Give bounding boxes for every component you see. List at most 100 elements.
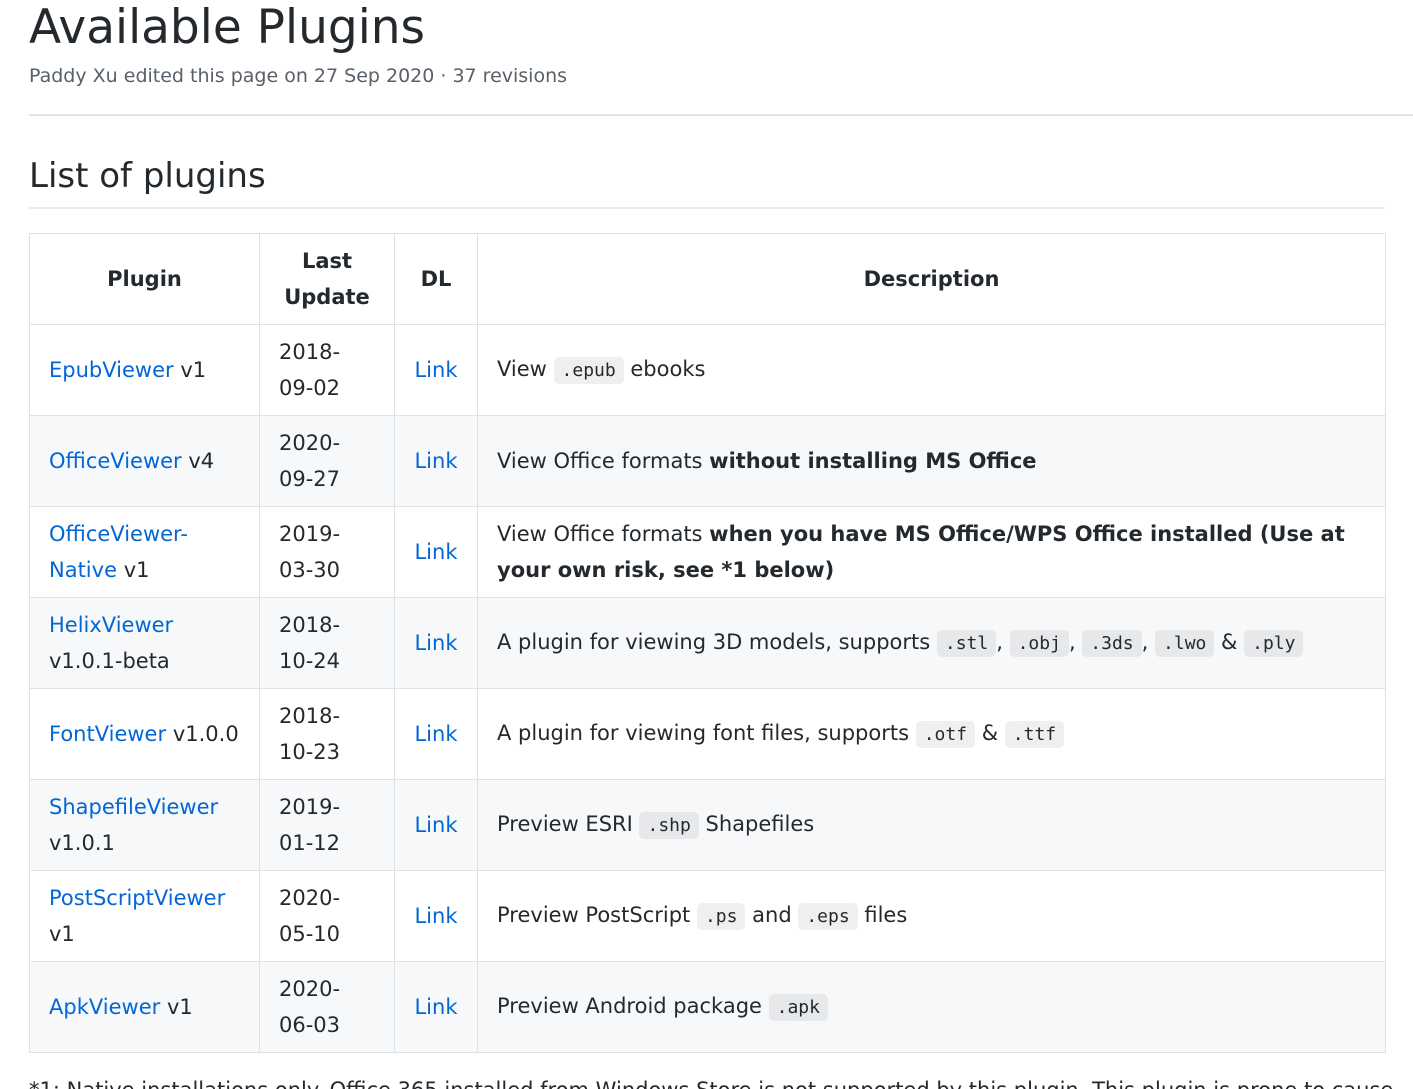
file-extension-code: .eps xyxy=(798,903,858,930)
last-update-year: 2020- xyxy=(279,431,341,455)
download-link[interactable]: Link xyxy=(414,449,457,473)
description-text: View xyxy=(497,357,554,381)
header-last-update-line2: Update xyxy=(284,285,370,309)
description-text: & xyxy=(975,721,1005,745)
plugin-name-link[interactable]: FontViewer xyxy=(49,722,166,746)
page-title: Available Plugins xyxy=(29,0,426,55)
plugin-version: v1 xyxy=(49,922,75,946)
download-link[interactable]: Link xyxy=(414,358,457,382)
file-extension-code: .ply xyxy=(1244,630,1304,657)
header-last-update: Last Update xyxy=(259,233,395,325)
table-header-row: Plugin Last Update DL Description xyxy=(29,233,1386,325)
file-extension-code: .ttf xyxy=(1004,721,1065,748)
last-update-day: 06-03 xyxy=(279,1013,341,1037)
page-edit-meta: Paddy Xu edited this page on 27 Sep 2020… xyxy=(29,65,568,87)
description-cell: View Office formats without installing M… xyxy=(477,415,1386,507)
plugin-version: v1 xyxy=(166,995,193,1019)
description-text: ebooks xyxy=(623,357,706,381)
plugin-version: v1.0.1-beta xyxy=(49,649,170,673)
download-link[interactable]: Link xyxy=(414,995,457,1019)
description-cell: A plugin for viewing font files, support… xyxy=(477,688,1386,780)
description-text: Shapefiles xyxy=(698,812,815,836)
last-update-cell: 2018- 09-02 xyxy=(259,324,395,416)
description-text: and xyxy=(745,903,799,927)
description-text: View Office formats xyxy=(497,449,710,473)
last-update-year: 2018- xyxy=(279,340,341,364)
last-update-day: 09-02 xyxy=(279,376,341,400)
table-row: ShapefileViewer v1.0.1 2019- 01-12 Link Prev… xyxy=(29,779,1386,871)
plugins-table: Plugin Last Update DL Description EpubVi… xyxy=(29,233,1386,1053)
download-cell: Link xyxy=(394,415,478,507)
last-update-day: 09-27 xyxy=(279,467,341,491)
plugin-name-link[interactable]: HelixViewer xyxy=(49,613,173,637)
download-cell: Link xyxy=(394,961,478,1053)
description-cell: Preview PostScript .ps and .eps files xyxy=(477,870,1386,962)
plugin-version: v4 xyxy=(188,449,215,473)
plugin-name-link[interactable]: PostScriptViewer xyxy=(49,886,225,910)
description-text: & xyxy=(1214,630,1245,654)
table-row: OfficeViewer v4 2020- 09-27 Link View Office… xyxy=(29,415,1386,507)
plugin-name-link[interactable]: ApkViewer xyxy=(49,995,160,1019)
plugin-cell: OfficeViewer v4 xyxy=(29,415,260,507)
plugin-name-link[interactable]: OfficeViewer xyxy=(49,449,182,473)
table-row: HelixViewer v1.0.1-beta 2018- 10-24 Link A p… xyxy=(29,597,1386,689)
download-cell: Link xyxy=(394,597,478,689)
description-cell: A plugin for viewing 3D models, supports… xyxy=(477,597,1386,689)
plugin-cell: PostScriptViewer v1 xyxy=(29,870,260,962)
plugin-version: v1.0.1 xyxy=(49,831,115,855)
plugin-name-link[interactable]: OfficeViewer-Native xyxy=(49,522,188,582)
description-text: View Office formats xyxy=(497,522,710,546)
plugin-name-link[interactable]: ShapefileViewer xyxy=(49,795,218,819)
last-update-year: 2019- xyxy=(279,795,341,819)
description-cell: Preview Android package .apk xyxy=(477,961,1386,1053)
description-text: A plugin for viewing font files, support… xyxy=(497,721,916,745)
download-link[interactable]: Link xyxy=(414,722,457,746)
plugin-version: v1 xyxy=(180,358,207,382)
plugin-cell: HelixViewer v1.0.1-beta xyxy=(29,597,260,689)
header-last-update-line1: Last xyxy=(301,249,353,273)
plugin-version: v1 xyxy=(123,558,150,582)
file-extension-code: .ps xyxy=(696,903,746,930)
file-extension-code: .lwo xyxy=(1155,630,1215,657)
file-extension-code: .shp xyxy=(639,812,699,839)
download-link[interactable]: Link xyxy=(414,813,457,837)
table-row: EpubViewer v1 2018- 09-02 Link View .epub eb… xyxy=(29,324,1386,416)
file-extension-code: .obj xyxy=(1009,630,1069,657)
plugin-cell: ShapefileViewer v1.0.1 xyxy=(29,779,260,871)
download-cell: Link xyxy=(394,870,478,962)
header-description: Description xyxy=(477,233,1386,325)
download-cell: Link xyxy=(394,506,478,598)
file-extension-code: .stl xyxy=(936,630,997,657)
description-cell: View Office formats when you have MS Off… xyxy=(477,506,1386,598)
last-update-day: 10-23 xyxy=(279,740,341,764)
last-update-year: 2020- xyxy=(279,977,341,1001)
header-plugin: Plugin xyxy=(29,233,260,325)
download-cell: Link xyxy=(394,324,478,416)
plugin-cell: FontViewer v1.0.0 xyxy=(29,688,260,780)
last-update-cell: 2018- 10-24 xyxy=(259,597,395,689)
last-update-year: 2018- xyxy=(279,704,341,728)
description-text: files xyxy=(857,903,908,927)
file-extension-code: .epub xyxy=(553,357,624,384)
download-link[interactable]: Link xyxy=(414,540,457,564)
plugin-name-link[interactable]: EpubViewer xyxy=(49,358,174,382)
last-update-day: 10-24 xyxy=(279,649,341,673)
plugin-cell: ApkViewer v1 xyxy=(29,961,260,1053)
description-text: Preview ESRI xyxy=(497,812,640,836)
description-text: Preview Android package xyxy=(497,994,769,1018)
description-emphasis: without installing MS Office xyxy=(709,449,1037,473)
plugin-cell: EpubViewer v1 xyxy=(29,324,260,416)
last-update-day: 03-30 xyxy=(279,558,341,582)
description-text: , xyxy=(996,630,1010,654)
last-update-day: 01-12 xyxy=(279,831,341,855)
description-text: , xyxy=(1068,630,1083,654)
description-text: , xyxy=(1141,630,1156,654)
section-divider xyxy=(29,207,1385,209)
download-cell: Link xyxy=(394,688,478,780)
download-link[interactable]: Link xyxy=(414,904,457,928)
last-update-cell: 2018- 10-23 xyxy=(259,688,395,780)
download-link[interactable]: Link xyxy=(414,631,457,655)
last-update-cell: 2019- 01-12 xyxy=(259,779,395,871)
table-row: ApkViewer v1 2020- 06-03 Link Preview Androi… xyxy=(29,961,1386,1053)
plugin-version: v1.0.0 xyxy=(172,722,239,746)
